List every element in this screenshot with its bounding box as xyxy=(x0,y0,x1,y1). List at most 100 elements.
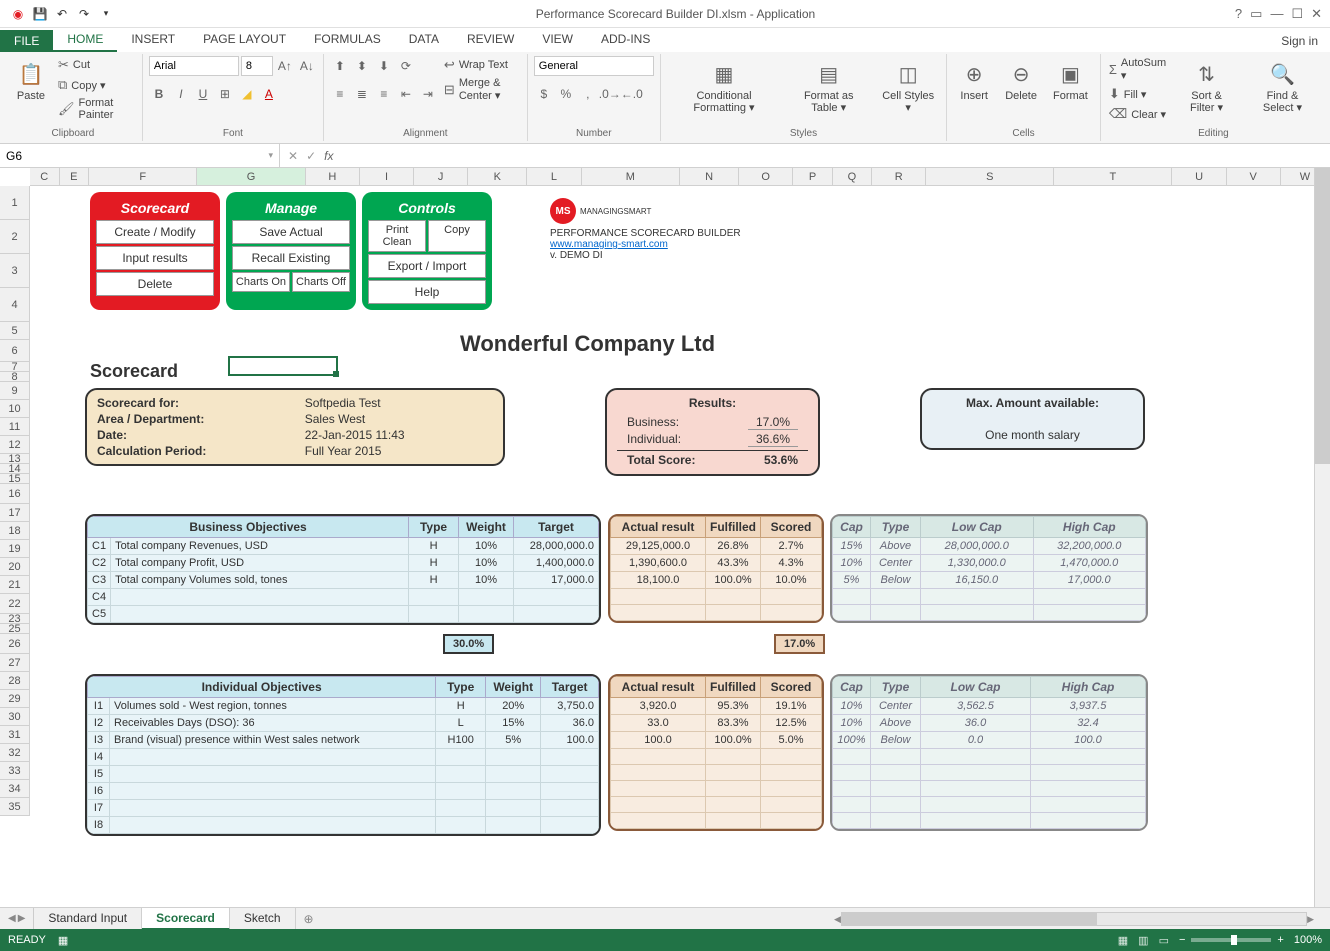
fx-icon[interactable]: fx xyxy=(324,149,333,163)
col-header[interactable]: N xyxy=(680,168,739,185)
cut-button[interactable]: ✂Cut xyxy=(56,56,136,74)
col-header[interactable]: O xyxy=(739,168,793,185)
percent-icon[interactable]: % xyxy=(556,84,576,104)
col-header[interactable]: R xyxy=(872,168,926,185)
col-header[interactable]: G xyxy=(197,168,305,185)
ribbon-tab-page-layout[interactable]: PAGE LAYOUT xyxy=(189,28,300,52)
qat-dropdown-icon[interactable]: ▾ xyxy=(96,4,116,24)
increase-indent-icon[interactable]: ⇥ xyxy=(418,84,438,104)
col-header[interactable]: Q xyxy=(833,168,872,185)
row-header[interactable]: 34 xyxy=(0,780,29,798)
sheet-tab[interactable]: Scorecard xyxy=(142,908,230,930)
col-header[interactable]: I xyxy=(360,168,414,185)
increase-decimal-icon[interactable]: .0→ xyxy=(600,84,620,104)
horizontal-scrollbar[interactable]: ◀ ▶ xyxy=(834,911,1314,927)
redo-icon[interactable]: ↷ xyxy=(74,4,94,24)
fill-button[interactable]: ⬇Fill ▾ xyxy=(1107,85,1168,103)
brand-link[interactable]: www.managing-smart.com xyxy=(550,239,741,250)
vertical-scrollbar[interactable] xyxy=(1314,168,1330,907)
create-modify-button[interactable]: Create / Modify xyxy=(96,220,214,244)
add-sheet-icon[interactable]: ⊕ xyxy=(296,909,322,929)
enter-formula-icon[interactable]: ✓ xyxy=(306,149,316,163)
ribbon-tab-data[interactable]: DATA xyxy=(395,28,453,52)
col-header[interactable]: J xyxy=(414,168,468,185)
row-header[interactable]: 6 xyxy=(0,340,29,362)
charts-on-button[interactable]: Charts On xyxy=(232,272,290,292)
row-header[interactable]: 32 xyxy=(0,744,29,762)
align-top-icon[interactable]: ⬆ xyxy=(330,56,350,76)
formula-bar[interactable] xyxy=(341,149,1322,163)
col-header[interactable]: F xyxy=(89,168,197,185)
fill-color-button[interactable]: ◢ xyxy=(237,84,257,104)
row-header[interactable]: 9 xyxy=(0,382,29,400)
file-tab[interactable]: FILE xyxy=(0,30,53,52)
print-clean-button[interactable]: Print Clean xyxy=(368,220,426,252)
undo-icon[interactable]: ↶ xyxy=(52,4,72,24)
clear-button[interactable]: ⌫Clear ▾ xyxy=(1107,105,1168,123)
page-break-view-icon[interactable]: ▭ xyxy=(1159,934,1169,947)
format-as-table-button[interactable]: ▤Format as Table ▾ xyxy=(785,56,872,116)
delete-cells-button[interactable]: ⊖Delete xyxy=(999,56,1043,104)
row-header[interactable]: 33 xyxy=(0,762,29,780)
row-header[interactable]: 20 xyxy=(0,558,29,576)
row-header[interactable]: 35 xyxy=(0,798,29,816)
help-button[interactable]: Help xyxy=(368,280,486,304)
tab-next-icon[interactable]: ▶ xyxy=(18,913,26,924)
col-header[interactable]: C xyxy=(30,168,60,185)
zoom-control[interactable]: − + xyxy=(1179,934,1284,946)
col-header[interactable]: T xyxy=(1054,168,1172,185)
recall-existing-button[interactable]: Recall Existing xyxy=(232,246,350,270)
find-select-button[interactable]: 🔍Find & Select ▾ xyxy=(1245,56,1320,116)
close-icon[interactable]: ✕ xyxy=(1311,6,1322,22)
charts-off-button[interactable]: Charts Off xyxy=(292,272,350,292)
copy-button[interactable]: ⧉Copy ▾ xyxy=(56,76,136,94)
help-icon[interactable]: ? xyxy=(1235,6,1242,21)
save-actual-button[interactable]: Save Actual xyxy=(232,220,350,244)
sheet-content[interactable]: Scorecard Create / Modify Input results … xyxy=(30,186,1314,888)
row-header[interactable]: 5 xyxy=(0,322,29,340)
save-icon[interactable]: 💾 xyxy=(30,4,50,24)
row-header[interactable]: 10 xyxy=(0,400,29,418)
macro-icon[interactable]: ▦ xyxy=(58,934,68,947)
row-header[interactable]: 18 xyxy=(0,522,29,540)
col-header[interactable]: P xyxy=(793,168,832,185)
ribbon-tab-review[interactable]: REVIEW xyxy=(453,28,528,52)
row-header[interactable]: 19 xyxy=(0,540,29,558)
col-header[interactable]: M xyxy=(582,168,680,185)
col-header[interactable]: E xyxy=(60,168,90,185)
sort-filter-button[interactable]: ⇅Sort & Filter ▾ xyxy=(1172,56,1241,116)
name-box[interactable]: ▾ xyxy=(0,144,280,167)
currency-icon[interactable]: $ xyxy=(534,84,554,104)
decrease-font-icon[interactable]: A↓ xyxy=(297,56,317,76)
sheet-tab[interactable]: Standard Input xyxy=(34,908,142,930)
row-header[interactable]: 26 xyxy=(0,634,29,654)
format-painter-button[interactable]: 🖌Format Painter xyxy=(56,96,136,122)
paste-button[interactable]: 📋Paste xyxy=(10,56,52,104)
col-header[interactable]: H xyxy=(306,168,360,185)
align-bottom-icon[interactable]: ⬇ xyxy=(374,56,394,76)
selected-cell[interactable] xyxy=(228,356,338,376)
col-header[interactable]: V xyxy=(1227,168,1281,185)
autosum-button[interactable]: ΣAutoSum ▾ xyxy=(1107,56,1168,83)
ribbon-options-icon[interactable]: ▭ xyxy=(1250,6,1262,22)
conditional-formatting-button[interactable]: ▦Conditional Formatting ▾ xyxy=(667,56,781,116)
cell-styles-button[interactable]: ◫Cell Styles ▾ xyxy=(876,56,940,116)
ribbon-tab-formulas[interactable]: FORMULAS xyxy=(300,28,395,52)
align-right-icon[interactable]: ≡ xyxy=(374,84,394,104)
cancel-formula-icon[interactable]: ✕ xyxy=(288,149,298,163)
minimize-icon[interactable]: — xyxy=(1270,6,1283,21)
row-header[interactable]: 31 xyxy=(0,726,29,744)
col-header[interactable]: L xyxy=(527,168,581,185)
col-header[interactable]: K xyxy=(468,168,527,185)
orientation-icon[interactable]: ⟳ xyxy=(396,56,416,76)
row-header[interactable]: 8 xyxy=(0,372,29,382)
bold-button[interactable]: B xyxy=(149,84,169,104)
row-header[interactable]: 4 xyxy=(0,288,29,322)
tab-prev-icon[interactable]: ◀ xyxy=(8,913,16,924)
row-header[interactable]: 22 xyxy=(0,594,29,614)
zoom-out-icon[interactable]: − xyxy=(1179,934,1185,946)
number-format-select[interactable] xyxy=(534,56,654,76)
ribbon-tab-view[interactable]: VIEW xyxy=(528,28,587,52)
app-icon[interactable]: ◉ xyxy=(8,4,28,24)
col-header[interactable]: S xyxy=(926,168,1054,185)
